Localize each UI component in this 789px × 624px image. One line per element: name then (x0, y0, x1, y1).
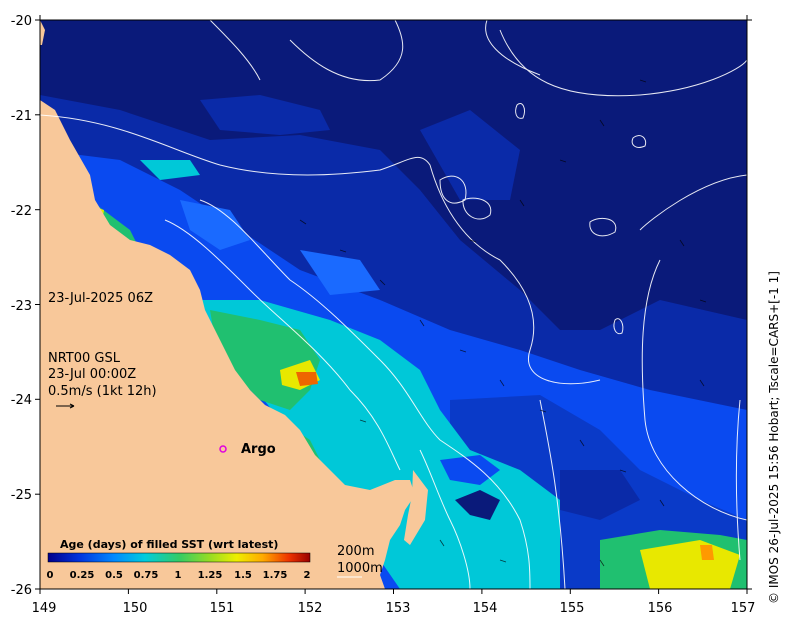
y-tick-label: -21 (11, 109, 32, 124)
current-source-label: NRT00 GSL (48, 351, 121, 366)
colorbar-title: Age (days) of filled SST (wrt latest) (60, 538, 278, 551)
colorbar-tick: 1 (175, 570, 182, 581)
sst-map-figure: 149 150 151 152 153 154 155 156 157 -20 … (11, 14, 756, 616)
y-tick-label: -22 (11, 204, 32, 219)
contour-200m-label: 200m (337, 544, 374, 559)
colorbar-tick: 1.5 (234, 570, 252, 581)
credit-text: © IMOS 26-Jul-2025 15:56 Hobart; Tscale=… (767, 271, 781, 604)
colorbar-tick: 0.5 (105, 570, 123, 581)
colorbar-tick: 1.25 (198, 570, 223, 581)
y-tick-label: -23 (11, 299, 32, 314)
y-tick-label: -26 (11, 583, 32, 598)
scale-vector-label: 0.5m/s (1kt 12h) (48, 384, 157, 399)
colorbar: Age (days) of filled SST (wrt latest) 0 … (47, 538, 311, 581)
x-tick-label: 152 (298, 601, 323, 616)
colorbar-tick: 2 (304, 570, 311, 581)
colorbar-tick: 0.25 (70, 570, 95, 581)
colorbar-gradient (47, 552, 311, 563)
colorbar-tick: 1.75 (263, 570, 288, 581)
x-tick-label: 154 (473, 601, 498, 616)
y-tick-label: -25 (11, 488, 32, 503)
y-tick-label: -20 (11, 14, 32, 29)
current-time-label: 23-Jul 00:00Z (48, 367, 136, 382)
y-tick-label: -24 (11, 393, 32, 408)
x-tick-label: 157 (731, 601, 756, 616)
datetime-label: 23-Jul-2025 06Z (48, 291, 153, 306)
x-tick-label: 149 (32, 601, 57, 616)
x-tick-label: 151 (210, 601, 235, 616)
x-tick-label: 156 (648, 601, 673, 616)
x-tick-label: 153 (386, 601, 411, 616)
x-tick-label: 155 (560, 601, 585, 616)
colorbar-tick: 0 (47, 570, 54, 581)
contour-1000m-label: 1000m (337, 561, 383, 576)
x-tick-label: 150 (123, 601, 148, 616)
argo-label: Argo (241, 442, 276, 457)
colorbar-tick: 0.75 (134, 570, 159, 581)
